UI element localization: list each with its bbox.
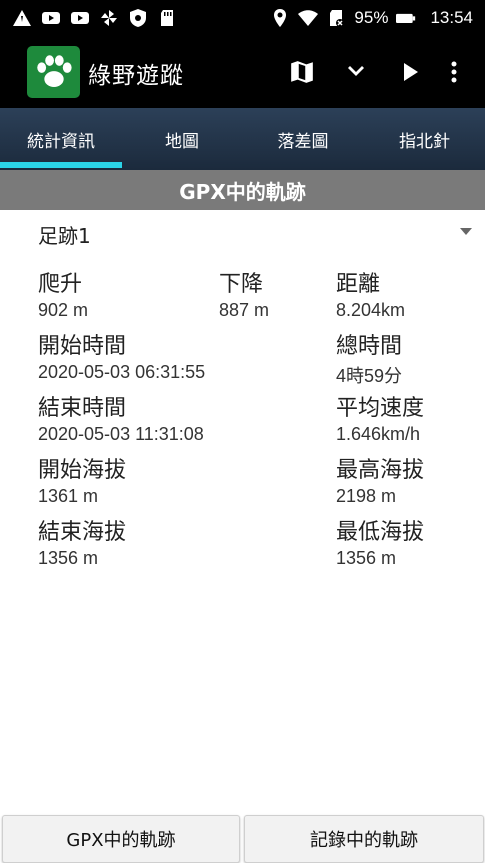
end-time-label: 結束時間 — [38, 396, 127, 421]
battery-icon — [396, 8, 416, 28]
avg-speed-value: 1.646km/h — [336, 424, 421, 444]
end-altitude-label: 結束海拔 — [38, 520, 127, 545]
end-time-value: 2020-05-03 11:31:08 — [38, 424, 204, 444]
more-vert-icon[interactable] — [436, 54, 472, 90]
tab-indicator — [0, 162, 122, 168]
chevron-down-icon[interactable] — [338, 54, 374, 90]
tab-bar: 統計資訊 地圖 落差圖 指北針 — [0, 108, 485, 170]
navigation-alert-icon — [12, 8, 32, 28]
app-bar: 綠野遊蹤 — [0, 36, 485, 108]
app-title: 綠野遊蹤 — [88, 63, 184, 89]
descent-label: 下降 — [219, 272, 264, 297]
play-icon[interactable] — [392, 54, 428, 90]
start-time-value: 2020-05-03 06:31:55 — [38, 362, 206, 382]
paw-logo-icon — [27, 46, 80, 98]
sd-card-icon — [157, 8, 177, 28]
gpx-track-button[interactable]: GPX中的軌跡 — [2, 815, 240, 863]
track-select-value: 足跡1 — [38, 224, 91, 248]
youtube-icon-2 — [70, 8, 90, 28]
climb-value: 902 m — [38, 300, 89, 320]
max-altitude-value: 2198 m — [336, 486, 397, 506]
min-altitude-label: 最低海拔 — [336, 520, 425, 545]
pinwheel-icon — [99, 8, 119, 28]
dropdown-arrow-icon — [460, 228, 472, 235]
no-sim-icon — [326, 8, 346, 28]
tab-map[interactable]: 地圖 — [122, 108, 242, 170]
track-select[interactable]: 足跡1 — [38, 218, 478, 250]
clock: 13:54 — [430, 8, 473, 27]
max-altitude-label: 最高海拔 — [336, 458, 425, 483]
battery-percent: 95% — [354, 8, 389, 27]
status-bar: 95% 13:54 — [0, 0, 485, 36]
distance-value: 8.204km — [336, 300, 406, 320]
tab-elevation[interactable]: 落差圖 — [242, 108, 364, 170]
total-time-label: 總時間 — [336, 334, 403, 359]
youtube-icon — [41, 8, 61, 28]
shield-icon — [128, 8, 148, 28]
tab-statistics[interactable]: 統計資訊 — [0, 108, 122, 170]
wifi-icon — [298, 8, 319, 28]
start-time-label: 開始時間 — [38, 334, 127, 359]
map-icon[interactable] — [284, 54, 320, 90]
total-time-value: 4時59分 — [336, 366, 403, 386]
distance-label: 距離 — [336, 272, 381, 297]
descent-value: 887 m — [219, 300, 270, 320]
start-altitude-label: 開始海拔 — [38, 458, 127, 483]
avg-speed-label: 平均速度 — [336, 396, 425, 421]
start-altitude-value: 1361 m — [38, 486, 99, 506]
climb-label: 爬升 — [38, 272, 83, 297]
tab-compass[interactable]: 指北針 — [364, 108, 485, 170]
min-altitude-value: 1356 m — [336, 548, 397, 568]
end-altitude-value: 1356 m — [38, 548, 99, 568]
section-title: GPX中的軌跡 — [0, 170, 485, 210]
recorded-track-button[interactable]: 記錄中的軌跡 — [244, 815, 484, 863]
location-icon — [270, 8, 290, 28]
